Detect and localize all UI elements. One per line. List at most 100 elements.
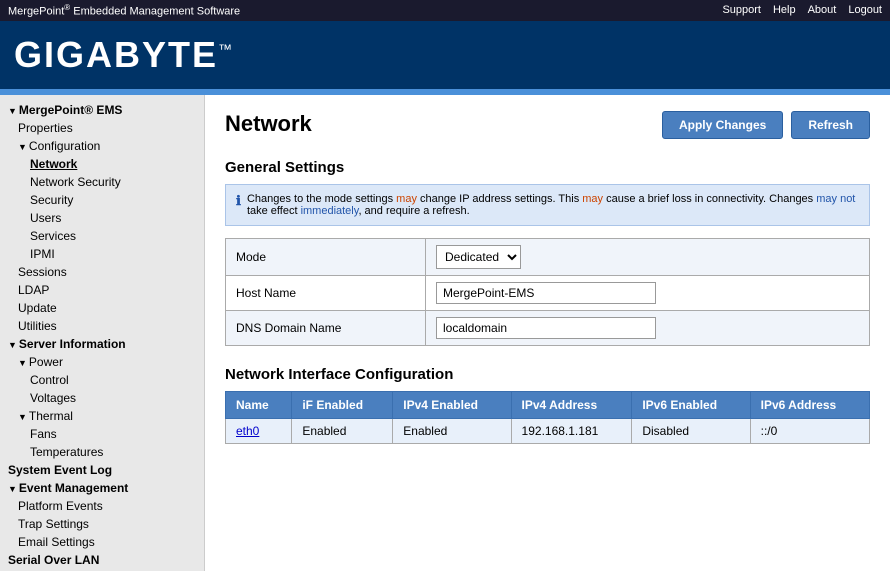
sidebar-label: Users: [30, 211, 61, 225]
hostname-input[interactable]: [436, 282, 656, 304]
sidebar-label: Sessions: [18, 265, 67, 279]
about-link[interactable]: About: [808, 4, 837, 16]
cell-ipv4-address: 192.168.1.181: [511, 418, 632, 443]
sidebar-item[interactable]: IPMI: [0, 245, 204, 263]
highlight-maynot: may not: [816, 193, 855, 205]
sidebar-item[interactable]: ▼Event Management: [0, 479, 204, 497]
sidebar-label: Services: [30, 229, 76, 243]
sidebar-item[interactable]: Network Security: [0, 173, 204, 191]
sidebar-label: Thermal: [29, 409, 73, 423]
sidebar-item[interactable]: LDAP: [0, 281, 204, 299]
sidebar-item[interactable]: ▼MergePoint® EMS: [0, 101, 204, 119]
highlight-immediately: immediately: [301, 205, 359, 217]
general-settings-title: General Settings: [225, 159, 870, 176]
sidebar-item[interactable]: Email Settings: [0, 533, 204, 551]
dns-input[interactable]: [436, 317, 656, 339]
col-ipv4-enabled: IPv4 Enabled: [393, 391, 511, 418]
info-box: ℹ Changes to the mode settings may chang…: [225, 184, 870, 226]
sidebar-label: MergePoint® EMS: [19, 103, 123, 117]
iface-header-row: Name iF Enabled IPv4 Enabled IPv4 Addres…: [226, 391, 870, 418]
sidebar-item[interactable]: Platform Events: [0, 497, 204, 515]
top-navigation: Support Help About Logout: [722, 4, 882, 16]
sidebar-label: Control: [30, 373, 69, 387]
sidebar-item[interactable]: Serial Over LAN: [0, 551, 204, 569]
col-ipv6-enabled: IPv6 Enabled: [632, 391, 750, 418]
info-text: Changes to the mode settings may change …: [247, 193, 859, 217]
sidebar-label: Network Security: [30, 175, 121, 189]
iface-table: Name iF Enabled IPv4 Enabled IPv4 Addres…: [225, 391, 870, 444]
hostname-row: Host Name: [226, 275, 870, 310]
sidebar-label: Email Settings: [18, 535, 95, 549]
triangle-icon: ▼: [18, 358, 27, 368]
sidebar-item[interactable]: ▼vKVM & vMedia: [0, 569, 204, 571]
content-area: Network Apply Changes Refresh General Se…: [205, 95, 890, 571]
mode-select[interactable]: Dedicated Shared Failover: [436, 245, 521, 269]
apply-changes-button[interactable]: Apply Changes: [662, 111, 783, 139]
sidebar-label: IPMI: [30, 247, 55, 261]
top-bar: MergePoint® Embedded Management Software…: [0, 0, 890, 21]
iface-title: Network Interface Configuration: [225, 366, 870, 383]
dns-value-cell: [426, 310, 870, 345]
app-title: MergePoint® Embedded Management Software: [8, 3, 240, 18]
logo: GIGABYTE™: [14, 34, 234, 76]
sidebar-label: Platform Events: [18, 499, 103, 513]
triangle-icon: ▼: [8, 340, 17, 350]
sidebar-item[interactable]: Update: [0, 299, 204, 317]
sidebar-item[interactable]: Utilities: [0, 317, 204, 335]
col-ipv6-address: IPv6 Address: [750, 391, 869, 418]
sidebar-item[interactable]: ▼Thermal: [0, 407, 204, 425]
col-if-enabled: iF Enabled: [292, 391, 393, 418]
sidebar-item[interactable]: Sessions: [0, 263, 204, 281]
sidebar-label: Update: [18, 301, 57, 315]
hostname-value-cell: [426, 275, 870, 310]
sidebar-label: Server Information: [19, 337, 126, 351]
sidebar-label: Fans: [30, 427, 57, 441]
sidebar-label: Properties: [18, 121, 73, 135]
sidebar-item[interactable]: Services: [0, 227, 204, 245]
sidebar-label: Network: [30, 157, 77, 171]
sidebar-label: Event Management: [19, 481, 128, 495]
cell-name: eth0: [226, 418, 292, 443]
sidebar-item[interactable]: Temperatures: [0, 443, 204, 461]
sidebar-label: Security: [30, 193, 73, 207]
refresh-button[interactable]: Refresh: [791, 111, 870, 139]
sidebar-item[interactable]: ▼Power: [0, 353, 204, 371]
highlight-may1: may: [396, 193, 417, 205]
sidebar-label: Temperatures: [30, 445, 103, 459]
col-name: Name: [226, 391, 292, 418]
logout-link[interactable]: Logout: [848, 4, 882, 16]
cell-ipv6-enabled: Disabled: [632, 418, 750, 443]
logo-bar: GIGABYTE™: [0, 21, 890, 89]
info-icon: ℹ: [236, 193, 241, 209]
sidebar-item[interactable]: Users: [0, 209, 204, 227]
sidebar-item[interactable]: Voltages: [0, 389, 204, 407]
sidebar-item[interactable]: Control: [0, 371, 204, 389]
sidebar-item[interactable]: Network: [0, 155, 204, 173]
support-link[interactable]: Support: [722, 4, 761, 16]
sidebar-item[interactable]: Fans: [0, 425, 204, 443]
sidebar-label: Voltages: [30, 391, 76, 405]
settings-table: Mode Dedicated Shared Failover Host Name…: [225, 238, 870, 346]
help-link[interactable]: Help: [773, 4, 796, 16]
action-buttons: Apply Changes Refresh: [662, 111, 870, 139]
mode-row: Mode Dedicated Shared Failover: [226, 238, 870, 275]
sidebar-item[interactable]: System Event Log: [0, 461, 204, 479]
cell-ipv4-enabled: Enabled: [393, 418, 511, 443]
page-title: Network: [225, 111, 312, 137]
sidebar-item[interactable]: ▼Configuration: [0, 137, 204, 155]
sidebar-item[interactable]: Properties: [0, 119, 204, 137]
sidebar-item[interactable]: ▼Server Information: [0, 335, 204, 353]
cell-ipv6-address: ::/0: [750, 418, 869, 443]
mode-value-cell: Dedicated Shared Failover: [426, 238, 870, 275]
cell-if-enabled: Enabled: [292, 418, 393, 443]
sidebar-label: Power: [29, 355, 63, 369]
sidebar-label: Utilities: [18, 319, 57, 333]
iface-link[interactable]: eth0: [236, 424, 259, 438]
hostname-label: Host Name: [226, 275, 426, 310]
sidebar-label: Trap Settings: [18, 517, 89, 531]
sidebar-item[interactable]: Security: [0, 191, 204, 209]
col-ipv4-address: IPv4 Address: [511, 391, 632, 418]
triangle-icon: ▼: [8, 106, 17, 116]
sidebar: ▼MergePoint® EMSProperties▼Configuration…: [0, 95, 205, 571]
sidebar-item[interactable]: Trap Settings: [0, 515, 204, 533]
